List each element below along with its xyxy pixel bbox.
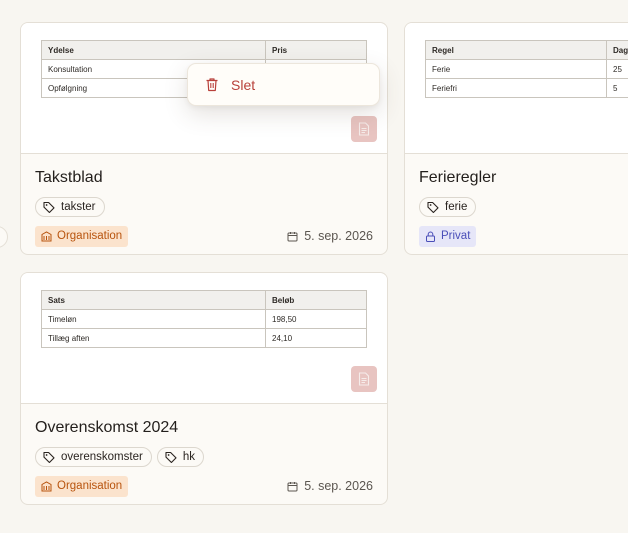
visibility-label: Organisation [57, 230, 123, 242]
scroll-left-button[interactable] [0, 226, 8, 248]
tag-label: hk [182, 451, 195, 463]
table-cell: 5 [606, 78, 628, 98]
document-card[interactable]: Sats Beløb Timeløn 198,50 Tillæg aften 2… [20, 272, 388, 505]
calendar-icon [287, 231, 298, 241]
tag-icon [43, 201, 55, 213]
table-header: Ydelse [41, 40, 266, 60]
date-label: 5. sep. 2026 [304, 479, 373, 493]
table-header: Regel [425, 40, 607, 60]
tag-list: takster [35, 197, 373, 217]
tag-icon [43, 451, 55, 463]
table-cell: Timeløn [41, 309, 266, 329]
tag-list: ferie [419, 197, 628, 217]
tag-label: ferie [445, 201, 468, 213]
table-row: Timeløn 198,50 [41, 309, 367, 329]
document-title: Takstblad [35, 169, 103, 186]
tag-chip[interactable]: takster [35, 197, 105, 217]
context-menu: Slet [187, 63, 380, 106]
table-row: Tillæg aften 24,10 [41, 328, 367, 348]
tag-chip[interactable]: hk [156, 447, 204, 467]
document-card[interactable]: Ydelse Pris Konsultation Opfølgning Taks… [20, 22, 388, 255]
table-header: Beløb [265, 290, 367, 310]
visibility-badge: Organisation [35, 225, 129, 247]
document-date: 5. sep. 2026 [287, 479, 373, 493]
table-cell: 24,10 [265, 328, 367, 348]
document-title: Ferieregler [419, 169, 497, 186]
tag-chip[interactable]: overenskomster [35, 447, 152, 467]
building-icon [41, 230, 52, 241]
table-header: Pris [265, 40, 367, 60]
date-label: 5. sep. 2026 [304, 229, 373, 243]
document-preview: Sats Beløb Timeløn 198,50 Tillæg aften 2… [21, 273, 387, 404]
table-header-row: Sats Beløb [41, 290, 367, 310]
tag-label: takster [61, 201, 96, 213]
table-header: Sats [41, 290, 266, 310]
table-cell: 25 [606, 59, 628, 79]
tag-list: overenskomster hk [35, 447, 373, 467]
table-row: Feriefri 5 [425, 78, 628, 98]
trash-icon [206, 78, 218, 92]
document-icon [351, 366, 377, 392]
tag-icon [165, 451, 177, 463]
tag-chip[interactable]: ferie [419, 197, 477, 217]
tag-label: overenskomster [61, 451, 143, 463]
preview-table: Regel Dage Ferie 25 Feriefri 5 [425, 40, 628, 98]
table-cell: Tillæg aften [41, 328, 266, 348]
table-header-row: Ydelse Pris [41, 40, 367, 60]
building-icon [41, 480, 52, 491]
document-card[interactable]: Regel Dage Ferie 25 Feriefri 5 Ferieregl… [404, 22, 628, 255]
document-icon [351, 116, 377, 142]
table-cell: Feriefri [425, 78, 607, 98]
visibility-badge: Organisation [35, 475, 129, 497]
document-date: 5. sep. 2026 [287, 229, 373, 243]
table-cell: Ferie [425, 59, 607, 79]
visibility-label: Privat [441, 230, 471, 242]
table-cell: 198,50 [265, 309, 367, 329]
table-row: Ferie 25 [425, 59, 628, 79]
tag-icon [427, 201, 439, 213]
documents-grid: Ydelse Pris Konsultation Opfølgning Taks… [0, 0, 628, 533]
delete-menu-item[interactable]: Slet [231, 77, 255, 93]
calendar-icon [287, 481, 298, 491]
table-header: Dage [606, 40, 628, 60]
visibility-badge: Privat [419, 225, 477, 247]
table-header-row: Regel Dage [425, 40, 628, 60]
lock-icon [426, 231, 435, 242]
visibility-label: Organisation [57, 480, 123, 492]
document-title: Overenskomst 2024 [35, 419, 179, 436]
preview-table: Sats Beløb Timeløn 198,50 Tillæg aften 2… [41, 290, 367, 348]
document-preview: Regel Dage Ferie 25 Feriefri 5 [405, 23, 628, 154]
